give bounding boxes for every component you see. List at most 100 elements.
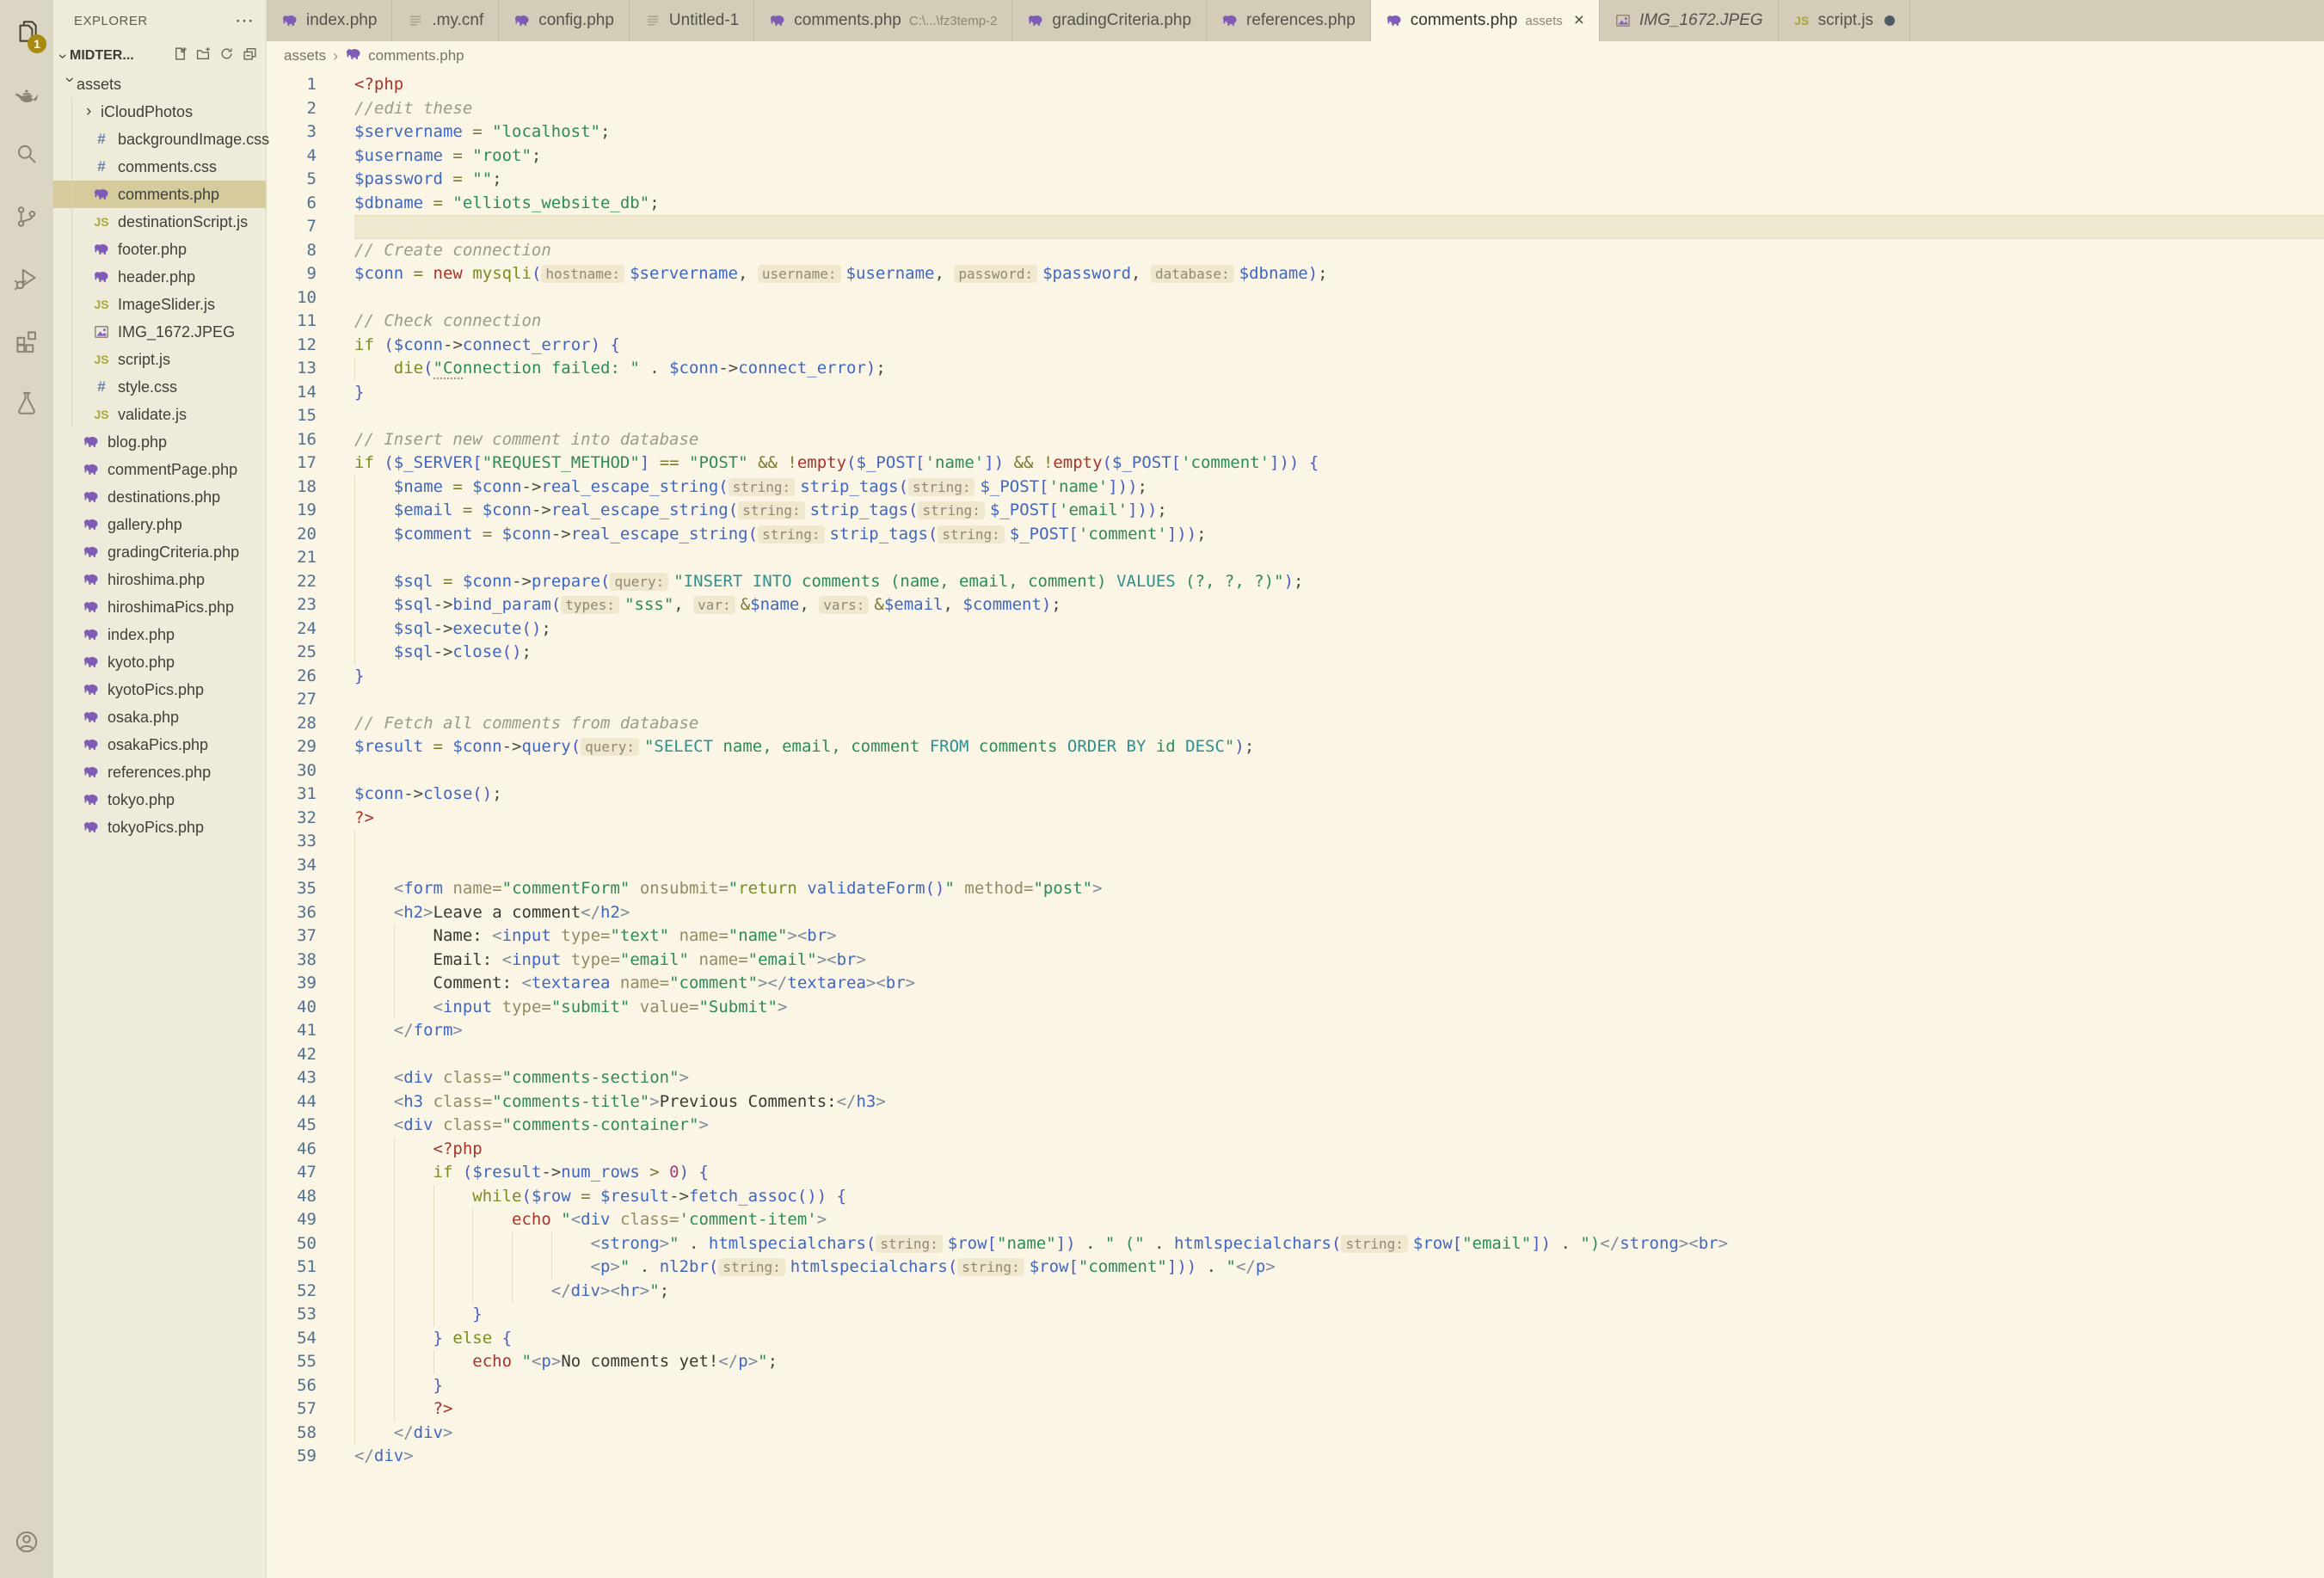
run-and-debug-icon[interactable] [0,248,53,310]
code-line[interactable]: 5$password = ""; [267,168,2324,192]
file-validate.js[interactable]: JSvalidate.js [53,401,266,428]
code-line[interactable]: 53 } [267,1303,2324,1327]
tab-index.php[interactable]: index.php [267,0,392,41]
file-iCloudPhotos[interactable]: ›iCloudPhotos [53,98,266,126]
code-line[interactable]: 38 Email: <input type="email" name="emai… [267,949,2324,973]
search-icon[interactable] [0,124,53,186]
file-blog.php[interactable]: blog.php [53,428,266,456]
file-gallery.php[interactable]: gallery.php [53,511,266,538]
code-line[interactable]: 22 $sql = $conn->prepare(query:"INSERT I… [267,570,2324,594]
source-control-icon[interactable] [0,186,53,248]
code-line[interactable]: 51 <p>" . nl2br(string:htmlspecialchars(… [267,1256,2324,1280]
code-line[interactable]: 58 </div> [267,1421,2324,1446]
code-line[interactable]: 37 Name: <input type="text" name="name">… [267,924,2324,949]
explorer-section-header[interactable]: › MIDTER... [53,41,266,71]
code-line[interactable]: 45 <div class="comments-container"> [267,1114,2324,1138]
code-line[interactable]: 31$conn->close(); [267,783,2324,807]
file-hiroshimaPics.php[interactable]: hiroshimaPics.php [53,593,266,621]
code-line[interactable]: 10 [267,286,2324,310]
file-destinationScript.js[interactable]: JSdestinationScript.js [53,208,266,236]
file-IMG_1672.JPEG[interactable]: IMG_1672.JPEG [53,318,266,346]
code-line[interactable]: 1<?php [267,73,2324,97]
code-line[interactable]: 30 [267,759,2324,783]
code-line[interactable]: 36 <h2>Leave a comment</h2> [267,901,2324,925]
code-line[interactable]: 14} [267,381,2324,405]
code-line[interactable]: 15 [267,404,2324,428]
refresh-icon[interactable] [219,46,234,65]
code-line[interactable]: 56 } [267,1374,2324,1398]
close-icon[interactable]: × [1574,10,1584,31]
code-line[interactable]: 17if ($_SERVER["REQUEST_METHOD"] == "POS… [267,451,2324,476]
file-osaka.php[interactable]: osaka.php [53,703,266,731]
account-icon[interactable] [0,1511,53,1573]
modified-dot-icon[interactable] [1884,15,1895,26]
file-script.js[interactable]: JSscript.js [53,346,266,373]
code-line[interactable]: 3$servername = "localhost"; [267,120,2324,144]
file-ImageSlider.js[interactable]: JSImageSlider.js [53,291,266,318]
code-line[interactable]: 48 while($row = $result->fetch_assoc()) … [267,1185,2324,1209]
tab-comments.php[interactable]: comments.phpC:\...\fz3temp-2 [754,0,1012,41]
code-line[interactable]: 52 </div><hr>"; [267,1280,2324,1304]
collapse-all-icon[interactable] [243,46,257,65]
breadcrumb-item[interactable]: comments.php [345,46,464,67]
new-folder-icon[interactable] [196,46,211,65]
code-line[interactable]: 57 ?> [267,1397,2324,1421]
tab-comments.php[interactable]: comments.phpassets× [1371,0,1600,41]
explorer-icon[interactable]: 1 [0,0,53,62]
code-line[interactable]: 50 <strong>" . htmlspecialchars(string:$… [267,1232,2324,1256]
code-line[interactable]: 19 $email = $conn->real_escape_string(st… [267,499,2324,523]
code-line[interactable]: 16// Insert new comment into database [267,428,2324,452]
code-line[interactable]: 33 [267,830,2324,854]
testing-icon[interactable] [0,371,53,433]
file-gradingCriteria.php[interactable]: gradingCriteria.php [53,538,266,566]
tab-IMG_1672.JPEG[interactable]: IMG_1672.JPEG [1600,0,1779,41]
extensions-icon[interactable] [0,310,53,371]
more-actions-icon[interactable]: ⋯ [235,9,254,32]
tab-gradingCriteria.php[interactable]: gradingCriteria.php [1012,0,1207,41]
file-references.php[interactable]: references.php [53,758,266,786]
code-line[interactable]: 25 $sql->close(); [267,641,2324,665]
code-line[interactable]: 59</div> [267,1445,2324,1469]
code-line[interactable]: 46 <?php [267,1138,2324,1162]
code-line[interactable]: 18 $name = $conn->real_escape_string(str… [267,476,2324,500]
code-line[interactable]: 32?> [267,807,2324,831]
file-kyotoPics.php[interactable]: kyotoPics.php [53,676,266,703]
code-line[interactable]: 39 Comment: <textarea name="comment"></t… [267,972,2324,996]
code-line[interactable]: 44 <h3 class="comments-title">Previous C… [267,1090,2324,1114]
code-line[interactable]: 41 </form> [267,1019,2324,1043]
code-line[interactable]: 2//edit these [267,97,2324,121]
code-line[interactable]: 7 [267,215,2324,239]
code-line[interactable]: 13 die("Connection failed: " . $conn->co… [267,357,2324,381]
code-line[interactable]: 34 [267,854,2324,878]
code-line[interactable]: 9$conn = new mysqli(hostname:$servername… [267,262,2324,286]
code-line[interactable]: 54 } else { [267,1327,2324,1351]
code-line[interactable]: 49 echo "<div class='comment-item'> [267,1208,2324,1232]
tab-Untitled-1[interactable]: Untitled-1 [630,0,754,41]
code-line[interactable]: 43 <div class="comments-section"> [267,1066,2324,1090]
code-line[interactable]: 26} [267,665,2324,689]
tab-script.js[interactable]: JSscript.js [1779,0,1910,41]
file-kyoto.php[interactable]: kyoto.php [53,648,266,676]
code-line[interactable]: 21 [267,546,2324,570]
file-osakaPics.php[interactable]: osakaPics.php [53,731,266,758]
file-commentPage.php[interactable]: commentPage.php [53,456,266,483]
code-line[interactable]: 6$dbname = "elliots_website_db"; [267,192,2324,216]
new-file-icon[interactable] [173,46,188,65]
code-line[interactable]: 20 $comment = $conn->real_escape_string(… [267,523,2324,547]
file-hiroshima.php[interactable]: hiroshima.php [53,566,266,593]
file-index.php[interactable]: index.php [53,621,266,648]
code-line[interactable]: 27 [267,688,2324,712]
code-line[interactable]: 28// Fetch all comments from database [267,712,2324,736]
file-footer.php[interactable]: footer.php [53,236,266,263]
file-style.css[interactable]: #style.css [53,373,266,401]
code-line[interactable]: 12if ($conn->connect_error) { [267,334,2324,358]
code-line[interactable]: 23 $sql->bind_param(types:"sss", var:&$n… [267,593,2324,617]
file-comments.css[interactable]: #comments.css [53,153,266,181]
code-line[interactable]: 55 echo "<p>No comments yet!</p>"; [267,1350,2324,1374]
code-line[interactable]: 11// Check connection [267,310,2324,334]
code-line[interactable]: 35 <form name="commentForm" onsubmit="re… [267,877,2324,901]
magic-lamp-icon[interactable] [0,62,53,124]
code-line[interactable]: 40 <input type="submit" value="Submit"> [267,996,2324,1020]
file-comments.php[interactable]: comments.php [53,181,266,208]
tab-.my.cnf[interactable]: .my.cnf [392,0,499,41]
